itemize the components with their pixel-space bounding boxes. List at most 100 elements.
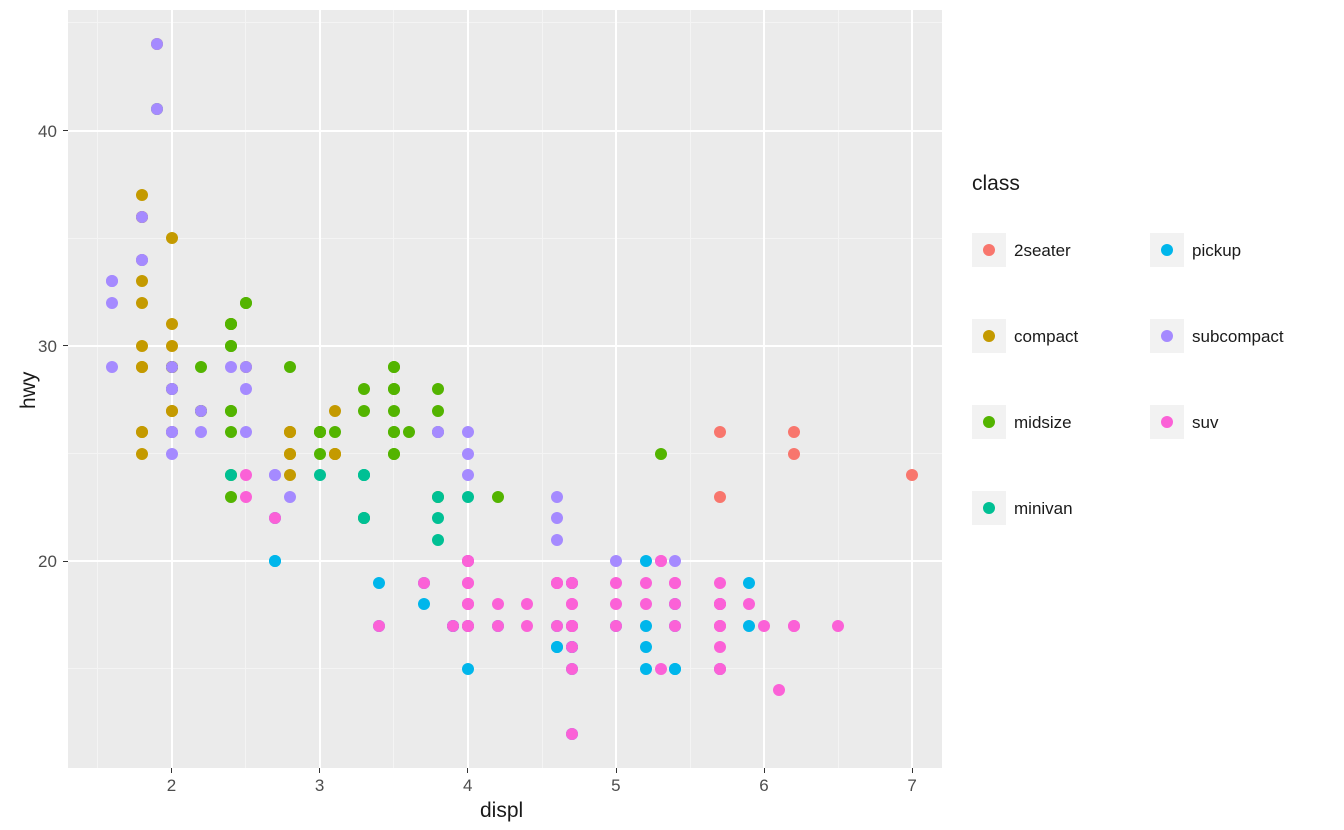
data-point (284, 469, 296, 481)
data-point (284, 426, 296, 438)
data-point (714, 663, 726, 675)
legend-swatch (1161, 416, 1173, 428)
data-point (388, 361, 400, 373)
data-point (432, 426, 444, 438)
data-point (669, 555, 681, 567)
x-tick (171, 768, 172, 773)
data-point (462, 598, 474, 610)
y-tick-label: 20 (38, 553, 57, 570)
data-point (432, 405, 444, 417)
grid-minor-v (97, 10, 98, 768)
data-point (388, 383, 400, 395)
legend-label: suv (1192, 414, 1218, 431)
data-point (521, 620, 533, 632)
x-tick (467, 768, 468, 773)
x-tick-label: 4 (463, 777, 472, 794)
data-point (788, 620, 800, 632)
data-point (240, 426, 252, 438)
y-axis-title: hwy (18, 372, 39, 409)
grid-major-v (911, 10, 913, 768)
data-point (743, 620, 755, 632)
data-point (284, 491, 296, 503)
x-tick-label: 5 (611, 777, 620, 794)
data-point (566, 577, 578, 589)
plot-panel (68, 10, 942, 768)
x-tick-label: 6 (759, 777, 768, 794)
legend-title: class (972, 173, 1020, 194)
data-point (329, 405, 341, 417)
data-point (432, 383, 444, 395)
grid-minor-h (68, 668, 942, 669)
grid-major-v (319, 10, 321, 768)
grid-minor-h (68, 453, 942, 454)
data-point (640, 555, 652, 567)
data-point (136, 254, 148, 266)
data-point (551, 491, 563, 503)
data-point (551, 620, 563, 632)
data-point (714, 620, 726, 632)
data-point (758, 620, 770, 632)
data-point (432, 512, 444, 524)
y-tick (63, 345, 68, 346)
data-point (403, 426, 415, 438)
data-point (329, 448, 341, 460)
y-tick-label: 30 (38, 338, 57, 355)
data-point (640, 598, 652, 610)
data-point (136, 297, 148, 309)
data-point (136, 448, 148, 460)
data-point (136, 189, 148, 201)
data-point (358, 383, 370, 395)
grid-minor-v (838, 10, 839, 768)
data-point (269, 512, 281, 524)
data-point (906, 469, 918, 481)
data-point (462, 491, 474, 503)
legend-swatch (1161, 244, 1173, 256)
data-point (788, 448, 800, 460)
grid-major-v (615, 10, 617, 768)
grid-minor-h (68, 22, 942, 23)
x-tick (319, 768, 320, 773)
data-point (492, 598, 504, 610)
x-tick-label: 2 (167, 777, 176, 794)
x-tick (616, 768, 617, 773)
data-point (566, 598, 578, 610)
x-tick-label: 3 (315, 777, 324, 794)
data-point (358, 512, 370, 524)
x-tick (764, 768, 765, 773)
data-point (832, 620, 844, 632)
data-point (714, 641, 726, 653)
data-point (240, 383, 252, 395)
data-point (566, 620, 578, 632)
y-tick (63, 561, 68, 562)
grid-major-h (68, 345, 942, 347)
grid-major-v (467, 10, 469, 768)
data-point (462, 448, 474, 460)
data-point (106, 361, 118, 373)
data-point (521, 598, 533, 610)
data-point (418, 598, 430, 610)
legend-swatch (983, 330, 995, 342)
data-point (373, 577, 385, 589)
data-point (432, 534, 444, 546)
data-point (447, 620, 459, 632)
data-point (195, 361, 207, 373)
data-point (225, 318, 237, 330)
grid-minor-v (542, 10, 543, 768)
data-point (314, 426, 326, 438)
legend-swatch (983, 244, 995, 256)
y-tick (63, 130, 68, 131)
legend-label: compact (1014, 328, 1078, 345)
data-point (610, 620, 622, 632)
grid-major-v (763, 10, 765, 768)
grid-minor-v (690, 10, 691, 768)
data-point (269, 469, 281, 481)
data-point (551, 512, 563, 524)
data-point (284, 361, 296, 373)
data-point (566, 641, 578, 653)
data-point (714, 491, 726, 503)
data-point (151, 103, 163, 115)
legend-swatch (983, 416, 995, 428)
data-point (610, 555, 622, 567)
data-point (640, 641, 652, 653)
data-point (136, 361, 148, 373)
